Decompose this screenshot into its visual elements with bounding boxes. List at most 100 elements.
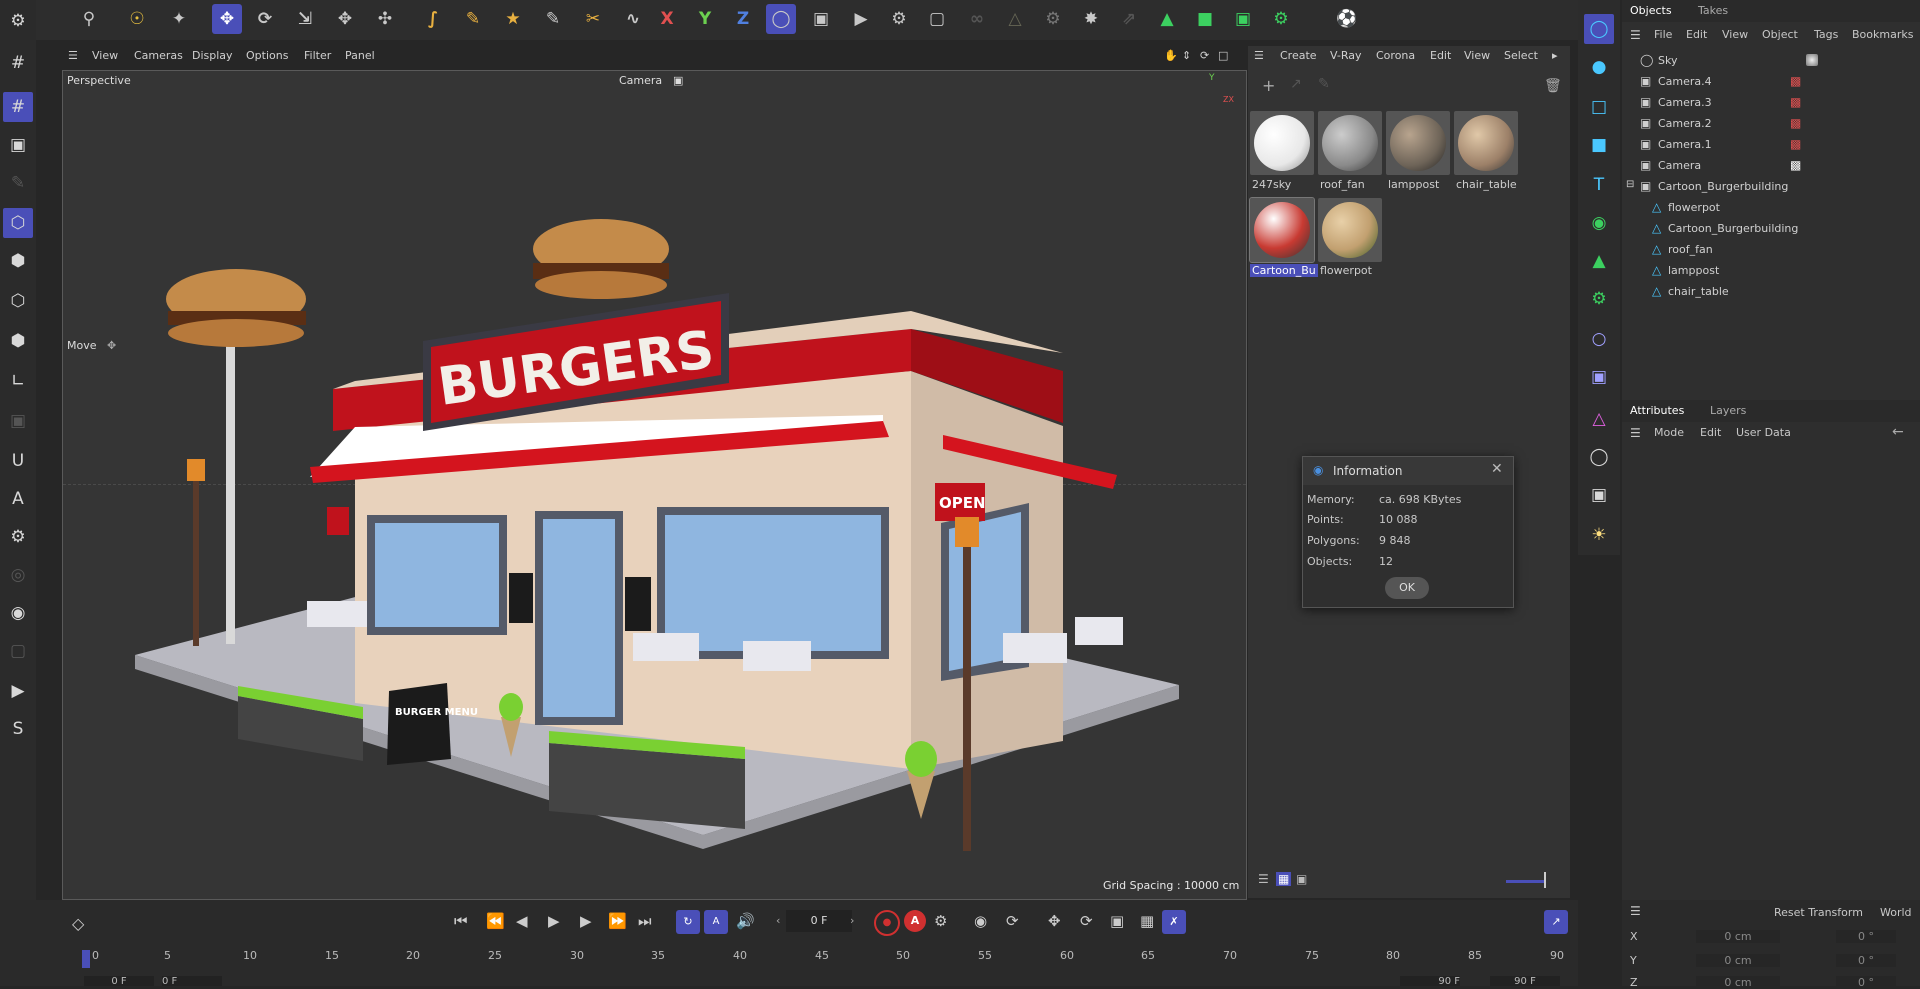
- more-arrow-icon[interactable]: ▸: [1552, 49, 1558, 62]
- maximize-icon[interactable]: □: [1218, 49, 1228, 62]
- scale-tool-icon[interactable]: ⇲: [290, 4, 320, 34]
- edge-mode-icon[interactable]: ⬡: [3, 286, 33, 316]
- obj-menu-file[interactable]: File: [1654, 28, 1672, 41]
- reset-transform-button[interactable]: Reset Transform: [1774, 906, 1863, 919]
- next-key-icon[interactable]: ⏩: [608, 912, 627, 930]
- material-menu-icon[interactable]: ☰: [1254, 49, 1264, 62]
- dolly-icon[interactable]: ⇕: [1182, 49, 1191, 62]
- play-icon[interactable]: ▶: [548, 912, 560, 930]
- grid-icon[interactable]: #: [3, 48, 33, 78]
- mat-menu-corona[interactable]: Corona: [1376, 49, 1415, 62]
- frame-right-arrow[interactable]: ›: [850, 914, 854, 927]
- spline-pen-icon[interactable]: ∫: [418, 4, 448, 34]
- autokey-record-icon[interactable]: A: [904, 910, 926, 932]
- next-frame-icon[interactable]: ▶: [580, 912, 592, 930]
- go-to-end-icon[interactable]: ⏭: [638, 912, 652, 930]
- rotation-field[interactable]: 0 °: [1836, 976, 1896, 986]
- sketch-tool-icon[interactable]: ✎: [458, 4, 488, 34]
- obj-menu-object[interactable]: Object: [1762, 28, 1798, 41]
- render-view-icon[interactable]: ▶: [846, 4, 876, 34]
- spline-icon[interactable]: ∿: [618, 4, 648, 34]
- obj-menu-edit[interactable]: Edit: [1686, 28, 1707, 41]
- axis-y-icon[interactable]: Y: [690, 4, 720, 34]
- objects-menu-icon[interactable]: ☰: [1630, 28, 1641, 42]
- object-row[interactable]: △ Cartoon_Burgerbuilding: [1622, 218, 1920, 238]
- key-param-icon[interactable]: ⟳: [1080, 912, 1093, 930]
- axis-x-icon[interactable]: X: [652, 4, 682, 34]
- prev-key-icon[interactable]: ⏪: [486, 912, 505, 930]
- deformer-green-icon[interactable]: ⚙: [1266, 4, 1296, 34]
- slider-handle[interactable]: [1544, 872, 1546, 888]
- attr-menu-userdata[interactable]: User Data: [1736, 426, 1791, 439]
- joint-icon[interactable]: ⚽: [1332, 4, 1362, 34]
- viewport[interactable]: Perspective Camera ▣ Move ✥ Y ZX BURGERS…: [62, 70, 1247, 900]
- tab-objects[interactable]: Objects: [1630, 4, 1672, 17]
- rotate-tool-icon[interactable]: ⟳: [250, 4, 280, 34]
- settings-dot-icon[interactable]: ⚙: [1038, 4, 1068, 34]
- triangle-green-icon[interactable]: ▲: [1152, 4, 1182, 34]
- menu-filter[interactable]: Filter: [304, 49, 331, 62]
- snap-tool-icon[interactable]: ✣: [370, 4, 400, 34]
- attributes-menu-icon[interactable]: ☰: [1630, 426, 1641, 440]
- pan-icon[interactable]: ✋: [1164, 49, 1178, 62]
- object-mode-icon[interactable]: ⬡: [3, 208, 33, 238]
- ok-button[interactable]: OK: [1385, 577, 1429, 599]
- close-icon[interactable]: ✕: [1491, 461, 1503, 477]
- cloner-icon[interactable]: ◉: [1584, 208, 1614, 238]
- model-mode-icon[interactable]: ▣: [3, 130, 33, 160]
- material-thumb-chair-table[interactable]: [1454, 111, 1518, 175]
- object-row[interactable]: ▣ Camera ▩: [1622, 155, 1920, 175]
- render-settings-icon[interactable]: ⚙: [884, 4, 914, 34]
- mode-icon[interactable]: ⚙: [3, 6, 33, 36]
- object-row[interactable]: △ chair_table: [1622, 281, 1920, 301]
- axis-z-icon[interactable]: Z: [728, 4, 758, 34]
- render-region-icon[interactable]: ▣: [806, 4, 836, 34]
- position-field[interactable]: 0 cm: [1696, 954, 1780, 967]
- world-dropdown[interactable]: World: [1880, 906, 1912, 919]
- mat-menu-create[interactable]: Create: [1280, 49, 1317, 62]
- menu-options[interactable]: Options: [246, 49, 288, 62]
- cube-green-icon[interactable]: ■: [1190, 4, 1220, 34]
- render-icon[interactable]: ▶: [3, 676, 33, 706]
- go-to-start-icon[interactable]: ⏮: [454, 912, 468, 930]
- rotation-field[interactable]: 0 °: [1836, 930, 1896, 943]
- frame-left-arrow[interactable]: ‹: [776, 914, 780, 927]
- orbit-icon[interactable]: ⟳: [1200, 49, 1209, 62]
- square-icon[interactable]: □: [1584, 92, 1614, 122]
- loop-icon[interactable]: ↻: [676, 910, 700, 934]
- obj-menu-tags[interactable]: Tags: [1814, 28, 1838, 41]
- object-row[interactable]: △ flowerpot: [1622, 197, 1920, 217]
- key-settings-icon[interactable]: ⚙: [934, 912, 947, 930]
- list-view-icon[interactable]: ☰: [1258, 872, 1269, 886]
- record-icon[interactable]: ●: [874, 910, 900, 936]
- min-frame-field[interactable]: 0 F: [162, 976, 222, 986]
- back-arrow-icon[interactable]: ←: [1892, 424, 1904, 440]
- paint-layer-icon[interactable]: ▢: [3, 636, 33, 666]
- sparkle-icon[interactable]: ✸: [1076, 4, 1106, 34]
- ring-icon[interactable]: ◯: [1584, 14, 1614, 44]
- playhead[interactable]: [82, 950, 90, 968]
- thumbnail-size-slider[interactable]: [1506, 880, 1546, 883]
- position-field[interactable]: 0 cm: [1696, 976, 1780, 986]
- object-row[interactable]: △ lamppost: [1622, 260, 1920, 280]
- material-thumb-cartoon-bu[interactable]: [1249, 197, 1315, 263]
- viewport-menu-icon[interactable]: ☰: [68, 49, 78, 62]
- spline-mask-icon[interactable]: △: [1584, 404, 1614, 434]
- obj-menu-bookmarks[interactable]: Bookmarks: [1852, 28, 1913, 41]
- rotation-field[interactable]: 0 °: [1836, 954, 1896, 967]
- text-icon[interactable]: T: [1584, 170, 1614, 200]
- mat-menu-edit[interactable]: Edit: [1430, 49, 1451, 62]
- warning-icon[interactable]: △: [1000, 4, 1030, 34]
- settings-icon[interactable]: ⚙: [3, 522, 33, 552]
- key-filter-icon[interactable]: ✗: [1162, 910, 1186, 934]
- key-rotation-icon[interactable]: ⟳: [1006, 912, 1019, 930]
- material-thumb-lamppost[interactable]: [1386, 111, 1450, 175]
- brush-icon[interactable]: ✎: [538, 4, 568, 34]
- magnet-icon[interactable]: U: [3, 446, 33, 476]
- move-tool-icon[interactable]: ✥: [212, 4, 242, 34]
- script-icon[interactable]: S: [3, 714, 33, 744]
- current-frame-field[interactable]: 0 F: [786, 910, 852, 932]
- mograph-icon[interactable]: ▲: [1584, 246, 1614, 276]
- link-icon[interactable]: ∞: [962, 4, 992, 34]
- tweak-mode-icon[interactable]: ▣: [3, 406, 33, 436]
